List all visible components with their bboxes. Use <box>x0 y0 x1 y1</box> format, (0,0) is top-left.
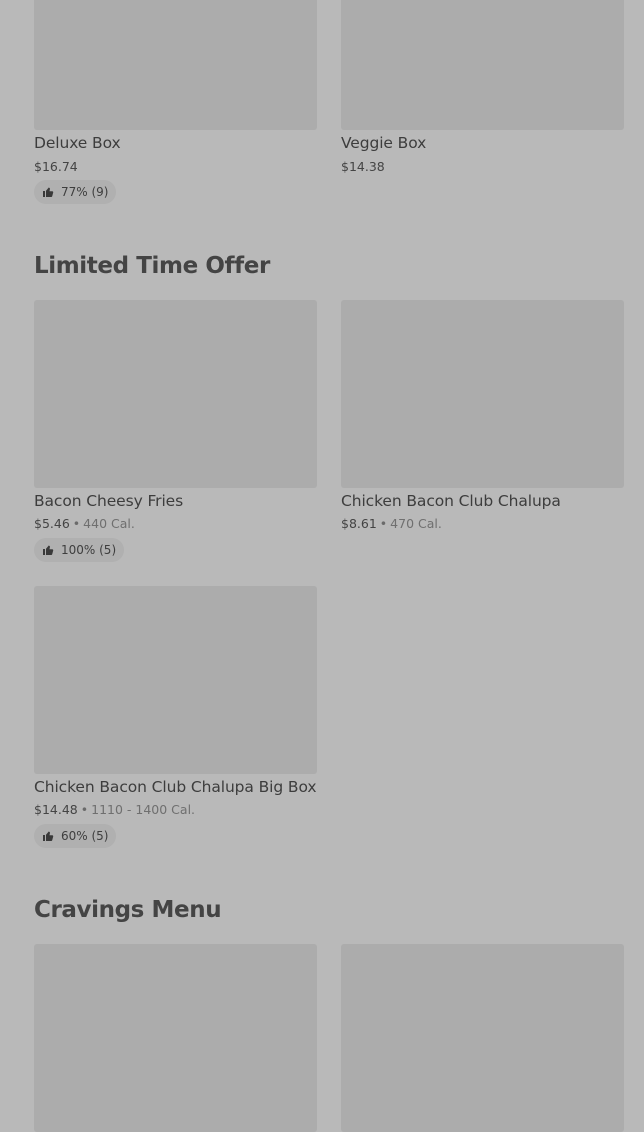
menu-item-card[interactable]: Deluxe Box $16.74 77% (9) <box>34 0 318 204</box>
menu-item-card[interactable]: Chicken Bacon Club Chalupa $8.61 • 470 Cal… <box>341 300 625 531</box>
menu-item-name: Chicken Bacon Club Chalupa <box>341 492 561 510</box>
menu-item-price: $8.61 <box>341 516 377 531</box>
rating-text: 60% (5) <box>61 829 109 843</box>
menu-item-card[interactable] <box>34 944 318 1132</box>
menu-item-price: $5.46 <box>34 516 70 531</box>
menu-item-name: Veggie Box <box>341 134 427 152</box>
menu-item-card[interactable]: Chicken Bacon Club Chalupa Big Box $14.4… <box>34 586 318 848</box>
menu-item-name: Deluxe Box <box>34 134 121 152</box>
menu-item-meta: $8.61 • 470 Cal. <box>341 516 442 531</box>
menu-item-card[interactable]: Bacon Cheesy Fries $5.46 • 440 Cal. 100% (… <box>34 300 318 562</box>
rating-text: 77% (9) <box>61 185 109 199</box>
menu-item-calories: 470 Cal. <box>390 516 442 531</box>
menu-page: Deluxe Box $16.74 77% (9) Veggie Box $14… <box>0 0 644 1132</box>
section-title: Cravings Menu <box>34 897 222 923</box>
menu-item-image[interactable] <box>341 0 624 130</box>
menu-item-price: $16.74 <box>34 159 78 174</box>
menu-item-calories: 1110 - 1400 Cal. <box>91 802 196 817</box>
thumbs-up-icon <box>43 545 54 555</box>
menu-item-card[interactable]: Veggie Box $14.38 <box>341 0 625 174</box>
menu-item-image[interactable] <box>341 944 624 1132</box>
rating-badge: 77% (9) <box>34 180 117 204</box>
menu-item-image[interactable] <box>34 944 317 1132</box>
separator-dot: • <box>72 516 81 531</box>
separator-dot: • <box>379 516 388 531</box>
menu-item-meta: $5.46 • 440 Cal. <box>34 516 135 531</box>
menu-item-calories: 440 Cal. <box>83 516 135 531</box>
rating-badge: 60% (5) <box>34 824 117 848</box>
menu-item-name: Bacon Cheesy Fries <box>34 492 184 510</box>
menu-item-card[interactable] <box>341 944 625 1132</box>
menu-item-image[interactable] <box>34 300 317 488</box>
menu-item-price: $14.48 <box>34 802 78 817</box>
menu-item-price: $14.38 <box>341 159 385 174</box>
rating-text: 100% (5) <box>61 543 117 557</box>
menu-item-image[interactable] <box>34 586 317 774</box>
menu-item-name: Chicken Bacon Club Chalupa Big Box <box>34 778 317 796</box>
menu-item-image[interactable] <box>34 0 317 130</box>
rating-badge: 100% (5) <box>34 538 125 562</box>
thumbs-up-icon <box>43 187 54 197</box>
separator-dot: • <box>80 802 89 817</box>
menu-item-meta: $14.48 • 1110 - 1400 Cal. <box>34 802 195 817</box>
section-title: Limited Time Offer <box>34 253 270 279</box>
thumbs-up-icon <box>43 831 54 841</box>
menu-item-image[interactable] <box>341 300 624 488</box>
